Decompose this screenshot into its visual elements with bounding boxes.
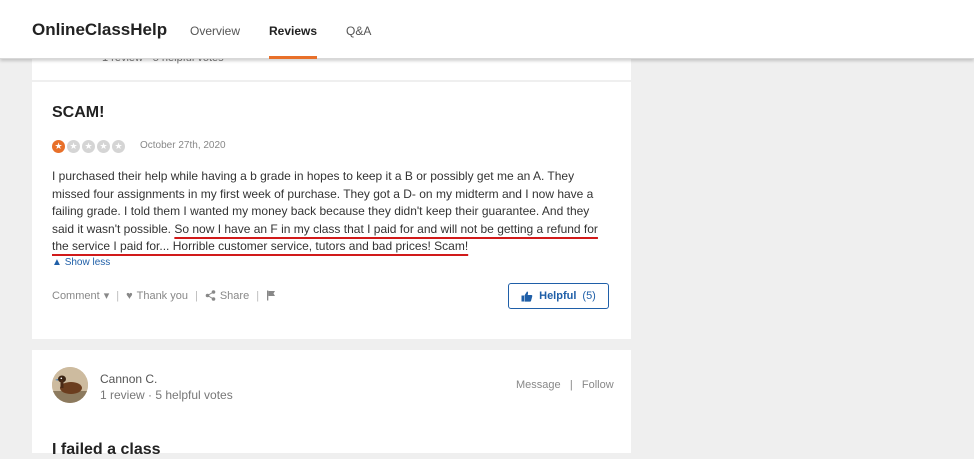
top-navigation: OnlineClassHelp Overview Reviews Q&A [0,0,974,59]
reviewer-meta: 1 review · 5 helpful votes [100,388,233,402]
star-rating: ★ ★ ★ ★ ★ [52,140,125,153]
heart-icon: ♥ [126,289,133,302]
divider: | [563,379,579,391]
helpful-button[interactable]: Helpful (5) [508,283,609,309]
review-body: I purchased their help while having a b … [52,168,608,256]
chevron-down-icon: ▾ [103,290,110,302]
star-icon: ★ [52,140,65,153]
share-label: Share [219,289,250,302]
divider: | [194,289,198,302]
tab-reviews[interactable]: Reviews [269,24,318,59]
show-less-link[interactable]: ▲ Show less [52,257,110,268]
review-title: SCAM! [52,104,105,121]
review-date: October 27th, 2020 [140,140,226,151]
brand-name[interactable]: OnlineClassHelp [32,20,167,40]
divider: | [256,289,260,302]
caret-up-icon: ▲ [52,257,62,268]
message-link[interactable]: Message [516,379,561,391]
follow-link[interactable]: Follow [582,379,614,391]
helpful-count: (5) [582,290,596,302]
report-button[interactable] [266,290,276,301]
thumbs-up-icon [521,291,533,302]
divider: | [116,289,120,302]
flag-icon [267,290,276,301]
thank-you-button[interactable]: ♥ Thank you [126,290,188,302]
thank-you-label: Thank you [136,289,188,302]
comment-label: Comment [52,289,100,302]
star-icon: ★ [97,140,110,153]
helpful-label: Helpful [539,290,577,302]
reviewer-actions: Message | Follow [516,379,614,391]
star-icon: ★ [67,140,80,153]
reviewer-avatar[interactable] [52,367,88,403]
review-actions: Comment ▾ | ♥ Thank you | Share | [52,289,276,302]
tab-qa[interactable]: Q&A [346,24,371,38]
active-tab-indicator [269,56,318,59]
reviewer-name[interactable]: Cannon C. [100,372,157,386]
tab-reviews-label: Reviews [269,24,318,38]
show-less-label: Show less [64,257,111,268]
star-icon: ★ [112,140,125,153]
share-button[interactable]: Share [205,290,249,302]
next-review-title: I failed a class [52,441,161,458]
tab-qa-label: Q&A [346,24,372,38]
star-icon: ★ [82,140,95,153]
tab-overview-label: Overview [190,24,241,38]
next-review-card: Cannon C. 1 review · 5 helpful votes Mes… [32,350,631,458]
tab-overview[interactable]: Overview [190,24,240,38]
review-card: SCAM! ★ ★ ★ ★ ★ October 27th, 2020 I pur… [32,82,631,339]
duck-avatar-image [52,367,88,403]
share-icon [205,290,216,301]
comment-button[interactable]: Comment ▾ [52,289,110,303]
